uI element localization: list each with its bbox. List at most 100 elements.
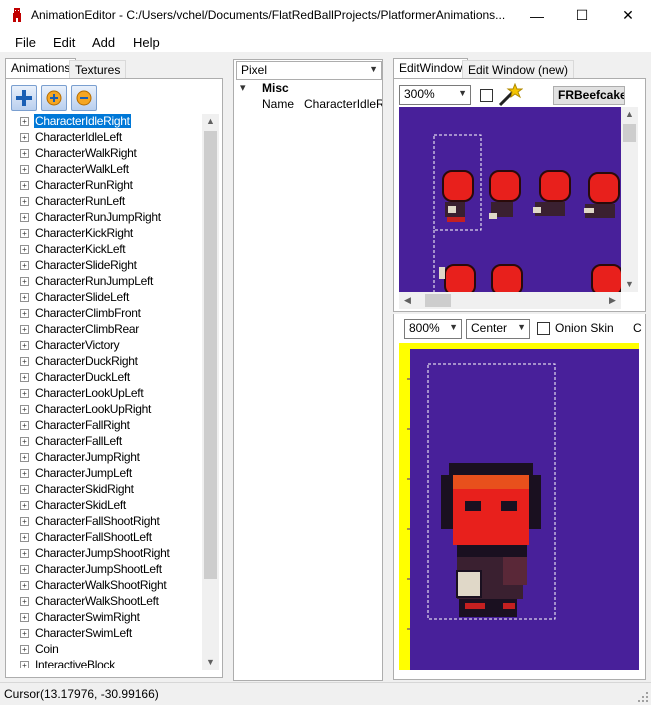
expand-icon[interactable] bbox=[20, 549, 29, 558]
tree-item[interactable]: CharacterKickLeft bbox=[11, 241, 201, 257]
add-frame-button[interactable] bbox=[41, 85, 67, 111]
animations-scrollbar[interactable]: ▲ ▼ bbox=[202, 114, 219, 670]
tree-item[interactable]: CharacterRunJumpLeft bbox=[11, 273, 201, 289]
tree-item[interactable]: CharacterSlideRight bbox=[11, 257, 201, 273]
magic-wand-icon[interactable] bbox=[497, 83, 523, 107]
tree-item[interactable]: CharacterClimbRear bbox=[11, 321, 201, 337]
tree-item[interactable]: CharacterDuckRight bbox=[11, 353, 201, 369]
expand-icon[interactable] bbox=[20, 661, 29, 668]
menu-file[interactable]: File bbox=[15, 35, 36, 50]
tab-editwindow[interactable]: EditWindow bbox=[393, 58, 469, 79]
scroll-down-icon[interactable]: ▼ bbox=[621, 279, 638, 289]
tree-item[interactable]: CharacterSwimRight bbox=[11, 609, 201, 625]
tab-animations[interactable]: Animations bbox=[5, 58, 77, 79]
tree-item[interactable]: CharacterLookUpLeft bbox=[11, 385, 201, 401]
splitter[interactable] bbox=[393, 311, 646, 314]
tree-item[interactable]: CharacterLookUpRight bbox=[11, 401, 201, 417]
expand-icon[interactable] bbox=[20, 453, 29, 462]
expand-icon[interactable] bbox=[20, 501, 29, 510]
add-animation-button[interactable] bbox=[11, 85, 37, 111]
tab-textures[interactable]: Textures bbox=[69, 60, 127, 79]
expand-icon[interactable] bbox=[20, 437, 29, 446]
collapse-icon[interactable]: ▾ bbox=[240, 81, 246, 94]
prop-name-value[interactable]: CharacterIdleRig bbox=[304, 97, 382, 111]
texture-button[interactable]: FRBeefcake bbox=[553, 86, 625, 105]
tree-item[interactable]: CharacterFallShootLeft bbox=[11, 529, 201, 545]
scroll-thumb[interactable] bbox=[204, 131, 217, 579]
menu-edit[interactable]: Edit bbox=[53, 35, 75, 50]
tree-item[interactable]: CharacterJumpLeft bbox=[11, 465, 201, 481]
expand-icon[interactable] bbox=[20, 597, 29, 606]
expand-icon[interactable] bbox=[20, 309, 29, 318]
snap-checkbox[interactable] bbox=[480, 89, 493, 102]
tree-item[interactable]: CharacterIdleRight bbox=[11, 113, 201, 129]
expand-icon[interactable] bbox=[20, 117, 29, 126]
tree-item[interactable]: CharacterWalkRight bbox=[11, 145, 201, 161]
expand-icon[interactable] bbox=[20, 213, 29, 222]
expand-icon[interactable] bbox=[20, 469, 29, 478]
tree-item[interactable]: Coin bbox=[11, 641, 201, 657]
expand-icon[interactable] bbox=[20, 341, 29, 350]
tree-item[interactable]: CharacterWalkShootRight bbox=[11, 577, 201, 593]
expand-icon[interactable] bbox=[20, 613, 29, 622]
tree-item[interactable]: CharacterKickRight bbox=[11, 225, 201, 241]
expand-icon[interactable] bbox=[20, 581, 29, 590]
expand-icon[interactable] bbox=[20, 245, 29, 254]
preview-zoom-combo[interactable]: 800% ▼ bbox=[404, 319, 462, 339]
expand-icon[interactable] bbox=[20, 389, 29, 398]
expand-icon[interactable] bbox=[20, 197, 29, 206]
tree-item[interactable]: CharacterJumpShootRight bbox=[11, 545, 201, 561]
tree-item[interactable]: CharacterClimbFront bbox=[11, 305, 201, 321]
expand-icon[interactable] bbox=[20, 565, 29, 574]
expand-icon[interactable] bbox=[20, 533, 29, 542]
scroll-up-icon[interactable]: ▲ bbox=[621, 109, 638, 119]
tree-item[interactable]: CharacterFallLeft bbox=[11, 433, 201, 449]
scroll-left-icon[interactable]: ◀ bbox=[399, 295, 416, 306]
expand-icon[interactable] bbox=[20, 517, 29, 526]
maximize-button[interactable]: ☐ bbox=[559, 0, 605, 31]
close-button[interactable]: ✕ bbox=[605, 0, 651, 31]
tree-item[interactable]: CharacterRunLeft bbox=[11, 193, 201, 209]
texture-view[interactable] bbox=[399, 107, 621, 292]
resize-grip-icon[interactable] bbox=[637, 691, 649, 703]
expand-icon[interactable] bbox=[20, 645, 29, 654]
tree-item[interactable]: CharacterWalkShootLeft bbox=[11, 593, 201, 609]
tree-item[interactable]: InteractiveBlock bbox=[11, 657, 201, 668]
expand-icon[interactable] bbox=[20, 277, 29, 286]
tree-item[interactable]: CharacterJumpShootLeft bbox=[11, 561, 201, 577]
tree-item[interactable]: CharacterDuckLeft bbox=[11, 369, 201, 385]
expand-icon[interactable] bbox=[20, 293, 29, 302]
scroll-thumb[interactable] bbox=[425, 294, 451, 307]
expand-icon[interactable] bbox=[20, 149, 29, 158]
expand-icon[interactable] bbox=[20, 229, 29, 238]
scroll-right-icon[interactable]: ▶ bbox=[604, 295, 621, 306]
tree-item[interactable]: CharacterRunRight bbox=[11, 177, 201, 193]
tree-item[interactable]: CharacterSkidRight bbox=[11, 481, 201, 497]
tree-item[interactable]: CharacterWalkLeft bbox=[11, 161, 201, 177]
tree-item[interactable]: CharacterSwimLeft bbox=[11, 625, 201, 641]
scroll-thumb[interactable] bbox=[623, 124, 636, 142]
expand-icon[interactable] bbox=[20, 405, 29, 414]
minimize-button[interactable]: — bbox=[514, 0, 560, 31]
expand-icon[interactable] bbox=[20, 165, 29, 174]
expand-icon[interactable] bbox=[20, 421, 29, 430]
menu-help[interactable]: Help bbox=[133, 35, 160, 50]
preview-canvas[interactable] bbox=[399, 343, 639, 670]
expand-icon[interactable] bbox=[20, 629, 29, 638]
tree-item[interactable]: CharacterVictory bbox=[11, 337, 201, 353]
alignment-combo[interactable]: Center ▼ bbox=[466, 319, 530, 339]
texture-vscrollbar[interactable]: ▲ ▼ bbox=[621, 107, 638, 292]
tree-item[interactable]: CharacterSlideLeft bbox=[11, 289, 201, 305]
expand-icon[interactable] bbox=[20, 133, 29, 142]
scroll-up-icon[interactable]: ▲ bbox=[202, 116, 219, 126]
expand-icon[interactable] bbox=[20, 261, 29, 270]
expand-icon[interactable] bbox=[20, 373, 29, 382]
tree-item[interactable]: CharacterJumpRight bbox=[11, 449, 201, 465]
expand-icon[interactable] bbox=[20, 181, 29, 190]
tree-item[interactable]: CharacterFallShootRight bbox=[11, 513, 201, 529]
tree-item[interactable]: CharacterRunJumpRight bbox=[11, 209, 201, 225]
menu-add[interactable]: Add bbox=[92, 35, 115, 50]
tab-edit-window-new[interactable]: Edit Window (new) bbox=[462, 60, 575, 79]
category-combo[interactable]: Pixel ▼ bbox=[236, 61, 382, 80]
scroll-down-icon[interactable]: ▼ bbox=[202, 657, 219, 667]
